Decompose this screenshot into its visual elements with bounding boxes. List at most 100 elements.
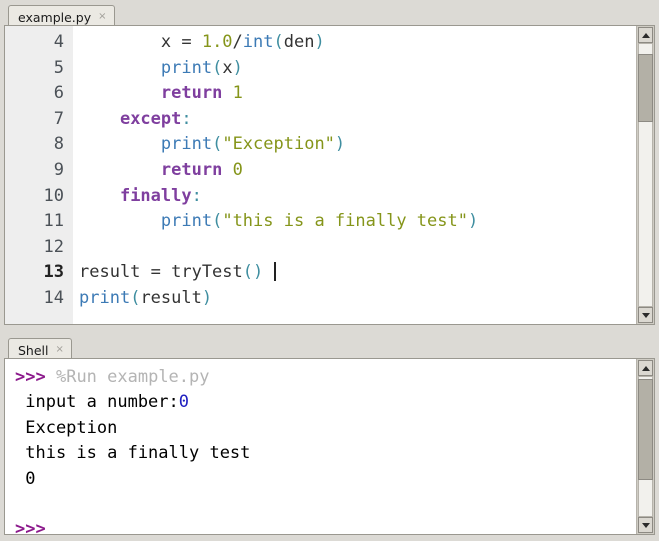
code-token: ) bbox=[314, 32, 325, 52]
line-number: 7 bbox=[53, 108, 64, 129]
shell-vertical-scrollbar[interactable] bbox=[636, 359, 654, 534]
editor-vertical-scrollbar[interactable] bbox=[636, 26, 654, 324]
code-token: print bbox=[160, 57, 213, 78]
code-token: 1 bbox=[232, 83, 243, 104]
shell-panel: Shell × >>> %Run example.py input a numb… bbox=[0, 333, 659, 541]
code-token: print bbox=[79, 287, 131, 308]
shell-line[interactable]: Exception bbox=[15, 416, 636, 441]
code-line[interactable]: finally: bbox=[79, 184, 636, 210]
shell-token: 0 bbox=[15, 468, 36, 489]
code-token: den bbox=[283, 32, 315, 52]
arrow-down-icon bbox=[641, 312, 650, 318]
shell-token: >>> bbox=[15, 367, 46, 387]
code-token: "this is a finally test" bbox=[222, 211, 468, 232]
code-token: result bbox=[140, 287, 202, 308]
shell-tabbar: Shell × bbox=[0, 333, 659, 359]
arrow-up-icon bbox=[641, 32, 650, 38]
scroll-down-button[interactable] bbox=[638, 517, 653, 533]
code-token: return bbox=[160, 83, 223, 104]
shell-scroll-thumb[interactable] bbox=[638, 378, 653, 481]
shell-output-area[interactable]: >>> %Run example.py input a number:0 Exc… bbox=[5, 359, 636, 534]
code-token: result = tryTest bbox=[79, 262, 243, 283]
shell-line[interactable]: >>> %Run example.py bbox=[15, 365, 636, 390]
line-number: 8 bbox=[53, 134, 64, 155]
shell-token: %Run example.py bbox=[55, 367, 210, 387]
code-token: ( bbox=[212, 134, 223, 155]
code-token: 1.0 bbox=[201, 32, 233, 52]
code-token: ( bbox=[212, 57, 223, 78]
code-token: ( bbox=[130, 287, 141, 308]
code-line[interactable]: print(result) bbox=[79, 286, 636, 312]
scroll-down-button[interactable] bbox=[638, 307, 653, 323]
shell-line[interactable] bbox=[15, 492, 636, 517]
code-token: ) bbox=[467, 211, 479, 232]
code-area[interactable]: 4 5 6 7 8 9 10 11 12 13 14 x = 1.0/int(den) print(… bbox=[5, 26, 636, 324]
line-number: 4 bbox=[53, 32, 64, 52]
code-line[interactable]: x = 1.0/int(den) bbox=[79, 30, 636, 56]
code-line[interactable]: print("Exception") bbox=[79, 132, 636, 158]
code-line[interactable]: return 0 bbox=[79, 158, 636, 184]
shell-token: Exception bbox=[15, 417, 118, 438]
code-token: / bbox=[232, 32, 243, 52]
scroll-up-button[interactable] bbox=[638, 27, 653, 43]
code-token: return bbox=[160, 159, 223, 180]
code-token: "Exception" bbox=[222, 134, 335, 155]
editor-scroll-thumb[interactable] bbox=[638, 53, 653, 123]
code-line[interactable]: print(x) bbox=[79, 56, 636, 82]
editor-tab-example-py[interactable]: example.py × bbox=[8, 5, 115, 26]
code-token: ) bbox=[334, 134, 346, 155]
arrow-down-icon bbox=[641, 522, 650, 528]
text-cursor bbox=[273, 262, 276, 282]
code-token: : bbox=[191, 185, 202, 206]
scroll-up-button[interactable] bbox=[638, 360, 653, 376]
line-number-gutter: 4 5 6 7 8 9 10 11 12 13 14 bbox=[5, 26, 73, 324]
close-icon[interactable]: × bbox=[98, 11, 106, 23]
code-token: x = bbox=[79, 32, 202, 52]
code-token: ( bbox=[242, 262, 254, 283]
code-text[interactable]: x = 1.0/int(den) print(x) return 1 excep… bbox=[73, 26, 636, 324]
shell-line[interactable]: input a number:0 bbox=[15, 390, 636, 415]
shell-line[interactable]: this is a finally test bbox=[15, 441, 636, 466]
shell-token bbox=[46, 367, 56, 387]
code-token: print bbox=[160, 211, 213, 232]
line-number: 11 bbox=[43, 211, 64, 232]
code-line[interactable]: result = tryTest() bbox=[79, 260, 636, 286]
editor-body: 4 5 6 7 8 9 10 11 12 13 14 x = 1.0/int(den) print(… bbox=[4, 25, 655, 325]
code-token: ( bbox=[273, 32, 284, 52]
code-token: ) bbox=[253, 262, 264, 283]
code-line[interactable]: return 1 bbox=[79, 81, 636, 107]
code-line[interactable]: print("this is a finally test") bbox=[79, 209, 636, 235]
code-token: x bbox=[222, 57, 233, 78]
line-number: 14 bbox=[43, 287, 64, 308]
shell-tab[interactable]: Shell × bbox=[8, 338, 72, 359]
code-token: finally bbox=[119, 185, 192, 206]
code-token: print bbox=[160, 134, 213, 155]
code-line[interactable]: except: bbox=[79, 107, 636, 133]
line-number: 9 bbox=[53, 159, 64, 180]
line-number: 5 bbox=[53, 57, 64, 78]
code-token: 0 bbox=[232, 159, 243, 180]
shell-token: input a number: bbox=[15, 392, 179, 413]
editor-tabbar: example.py × bbox=[0, 0, 659, 26]
line-number: 13 bbox=[43, 262, 64, 283]
close-icon[interactable]: × bbox=[56, 344, 64, 356]
shell-line[interactable]: 0 bbox=[15, 467, 636, 492]
shell-token: this is a finally test bbox=[15, 443, 251, 464]
shell-line[interactable]: >>> bbox=[15, 517, 636, 534]
code-token: int bbox=[242, 32, 274, 52]
line-number: 10 bbox=[43, 185, 64, 206]
code-line[interactable] bbox=[79, 235, 636, 261]
shell-token: 0 bbox=[178, 392, 190, 413]
code-token: ) bbox=[232, 57, 243, 78]
shell-tab-label: Shell bbox=[18, 342, 49, 358]
editor-panel: example.py × 4 5 6 7 8 9 10 11 12 13 14 x = 1.0/in… bbox=[0, 0, 659, 333]
